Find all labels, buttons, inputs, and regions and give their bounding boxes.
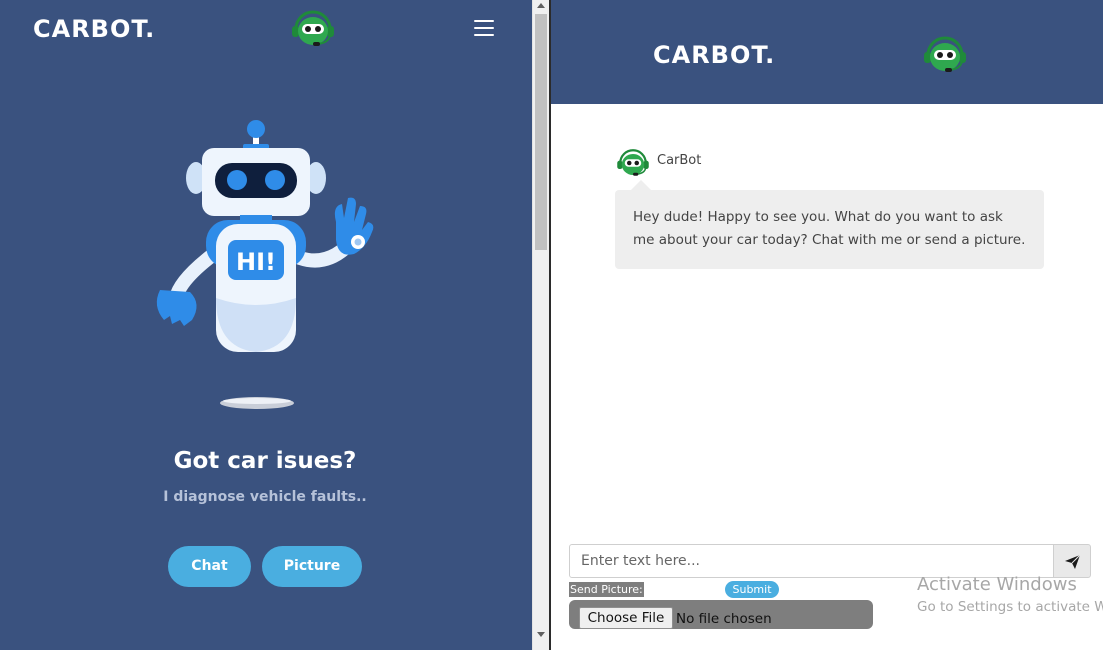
brand-logo-text[interactable]: CARBOT. bbox=[33, 15, 155, 43]
submit-button[interactable]: Submit bbox=[725, 581, 779, 598]
activate-windows-title: Activate Windows bbox=[917, 574, 1077, 595]
scroll-down-arrow-icon[interactable] bbox=[537, 632, 545, 637]
choose-file-button[interactable]: Choose File bbox=[579, 607, 673, 629]
message-input-row bbox=[569, 544, 1091, 578]
robot-illustration: HI! bbox=[156, 120, 374, 409]
vertical-scrollbar[interactable] bbox=[532, 0, 549, 650]
scroll-thumb[interactable] bbox=[535, 14, 547, 250]
chat-button[interactable]: Chat bbox=[168, 546, 251, 587]
bot-message-bubble: Hey dude! Happy to see you. What do you … bbox=[615, 190, 1044, 269]
send-button[interactable] bbox=[1053, 544, 1091, 578]
send-picture-label: Send Picture: bbox=[569, 582, 644, 597]
hamburger-icon[interactable] bbox=[474, 20, 494, 36]
scroll-up-arrow-icon[interactable] bbox=[537, 3, 545, 8]
chat-panel: CARBOT. CarBot Hey dude! Happy to see yo… bbox=[551, 0, 1103, 650]
landing-panel: CARBOT. HI! Got car isues? I diagnose ve… bbox=[0, 0, 532, 650]
bubble-tail bbox=[631, 180, 651, 190]
hero-title: Got car isues? bbox=[173, 448, 357, 474]
robot-badge-text: HI! bbox=[236, 248, 276, 276]
message-sender-name: CarBot bbox=[657, 153, 702, 168]
picture-button[interactable]: Picture bbox=[262, 546, 362, 587]
file-input[interactable]: Choose File No file chosen bbox=[569, 600, 873, 629]
carbot-logo-icon bbox=[924, 36, 966, 72]
bot-avatar-icon bbox=[617, 149, 649, 176]
chat-brand-logo-text[interactable]: CARBOT. bbox=[653, 41, 775, 69]
message-input[interactable] bbox=[569, 544, 1054, 578]
file-status-text: No file chosen bbox=[676, 611, 772, 627]
hero-subtitle: I diagnose vehicle faults.. bbox=[163, 489, 367, 505]
left-header: CARBOT. bbox=[0, 0, 532, 58]
activate-windows-subtitle: Go to Settings to activate Windows. bbox=[917, 599, 1103, 615]
carbot-logo-icon bbox=[292, 10, 334, 46]
chat-header: CARBOT. bbox=[551, 0, 1103, 104]
paper-plane-icon bbox=[1065, 555, 1080, 569]
